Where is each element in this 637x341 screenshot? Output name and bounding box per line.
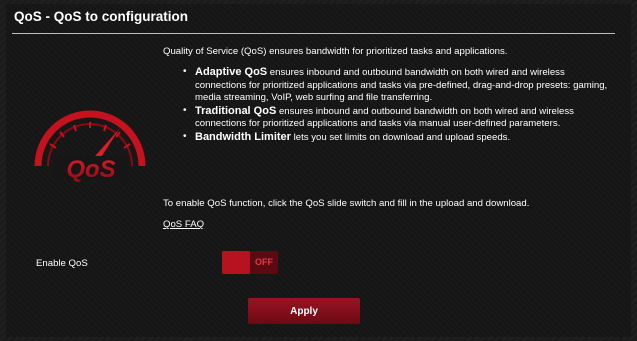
apply-button[interactable]: Apply (248, 298, 360, 324)
feature-name: Bandwidth Limiter (195, 130, 291, 143)
intro-text: Quality of Service (QoS) ensures bandwid… (163, 46, 508, 57)
title-divider (12, 33, 615, 34)
logo-text: QoS (66, 156, 115, 183)
qos-speedometer-icon: QoS (34, 110, 146, 183)
enable-qos-label: Enable QoS (36, 258, 88, 269)
page-title: QoS - QoS to configuration (14, 9, 188, 24)
feature-list: • Adaptive QoS ensures inbound and outbo… (183, 66, 613, 145)
toggle-state-label: OFF (255, 257, 273, 267)
list-item: • Bandwidth Limiter lets you set limits … (183, 131, 613, 145)
feature-name: Adaptive QoS (195, 66, 268, 78)
bullet-icon: • (183, 66, 187, 77)
feature-name: Traditional QoS (195, 104, 277, 117)
list-item: • Adaptive QoS ensures inbound and outbo… (183, 66, 613, 105)
toggle-knob (222, 251, 250, 274)
feature-description: lets you set limits on download and uplo… (290, 131, 511, 143)
bullet-icon: • (183, 130, 187, 142)
enable-qos-toggle[interactable]: OFF (222, 251, 278, 274)
qos-faq-link[interactable]: QoS FAQ (163, 219, 204, 230)
list-item: • Traditional QoS ensures inbound and ou… (183, 105, 613, 131)
enable-instructions: To enable QoS function, click the QoS sl… (163, 198, 530, 209)
bullet-icon: • (183, 104, 187, 116)
